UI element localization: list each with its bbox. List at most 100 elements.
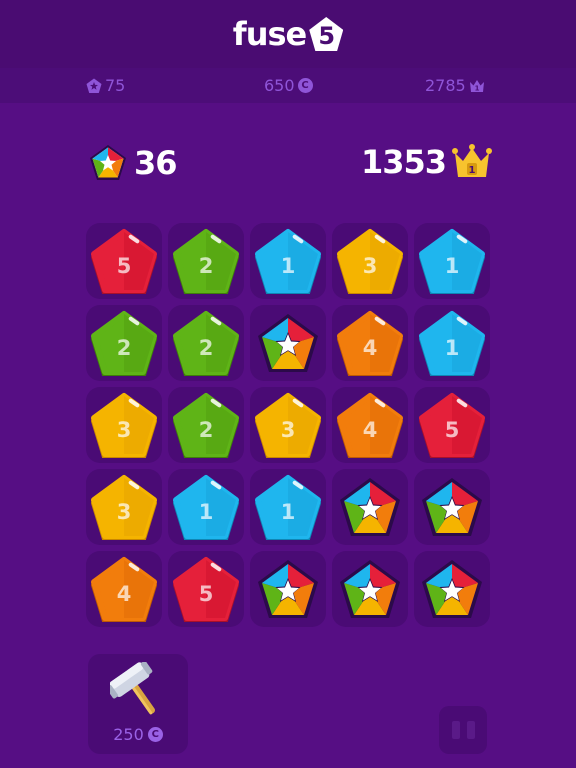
red-pentagon-tile-icon: 5 — [173, 557, 239, 622]
coins-count: 650 — [264, 76, 295, 95]
board-cell[interactable]: 4 — [332, 305, 408, 381]
green-pentagon-tile-icon: 2 — [173, 393, 239, 458]
board-cell[interactable]: 1 — [250, 223, 326, 299]
rainbow-star-tile-icon — [258, 560, 318, 618]
tile-number: 2 — [117, 336, 132, 360]
board-cell[interactable]: 2 — [168, 223, 244, 299]
blue-pentagon-tile-icon: 1 — [255, 475, 321, 540]
gems-count: 75 — [105, 76, 126, 95]
blue-pentagon-tile-icon: 1 — [255, 229, 321, 294]
tile-number: 4 — [363, 336, 378, 360]
tile-number: 5 — [445, 418, 460, 442]
tile-number: 3 — [363, 254, 378, 278]
tile-number: 4 — [117, 582, 132, 606]
rainbow-star-tile-icon — [422, 560, 482, 618]
yellow-pentagon-tile-icon: 3 — [337, 229, 403, 294]
board-cell[interactable]: 3 — [86, 469, 162, 545]
board-cell[interactable]: 1 — [168, 469, 244, 545]
green-pentagon-tile-icon: 2 — [91, 311, 157, 376]
green-pentagon-tile-icon: 2 — [173, 229, 239, 294]
board-cell[interactable]: 4 — [86, 551, 162, 627]
orange-pentagon-tile-icon: 4 — [337, 393, 403, 458]
orange-pentagon-tile-icon: 4 — [337, 311, 403, 376]
tile-number: 2 — [199, 254, 214, 278]
logo-number: 5 — [309, 17, 344, 51]
tile-number: 1 — [281, 500, 296, 524]
moves-count: 36 — [134, 144, 178, 182]
crown-icon: 1 — [469, 79, 484, 92]
hammer-cost-value: 250 — [113, 725, 144, 744]
tile-number: 4 — [363, 418, 378, 442]
game-board: 5 2 1 3 1 2 2 4 1 3 2 3 4 5 3 1 1 4 5 — [86, 223, 490, 627]
board-cell[interactable] — [414, 551, 490, 627]
board-cell[interactable]: 5 — [168, 551, 244, 627]
crown-badge: 1 — [469, 165, 476, 176]
tile-number: 5 — [199, 582, 214, 606]
board-cell[interactable] — [414, 469, 490, 545]
best-score: 1353 1 — [361, 143, 492, 181]
tile-number: 1 — [445, 254, 460, 278]
board-cell[interactable]: 3 — [86, 387, 162, 463]
board-cell[interactable] — [332, 469, 408, 545]
yellow-pentagon-tile-icon: 3 — [91, 475, 157, 540]
blue-pentagon-tile-icon: 1 — [419, 229, 485, 294]
board-cell[interactable]: 2 — [168, 305, 244, 381]
tile-number: 1 — [445, 336, 460, 360]
rainbow-star-tile-icon — [258, 314, 318, 372]
board-cell[interactable]: 1 — [414, 223, 490, 299]
blue-pentagon-tile-icon: 1 — [419, 311, 485, 376]
tile-number: 3 — [281, 418, 296, 442]
pause-icon-bar — [451, 721, 460, 739]
gold-crown-icon: 1 — [452, 144, 492, 177]
best-count: 2785 — [425, 76, 466, 95]
yellow-pentagon-tile-icon: 3 — [255, 393, 321, 458]
best-score-value: 1353 — [360, 143, 447, 181]
tile-number: 1 — [199, 500, 214, 524]
coin-icon: C — [297, 78, 313, 93]
board-cell[interactable]: 5 — [86, 223, 162, 299]
gems-stat: 75 — [86, 68, 125, 103]
board-cell[interactable]: 3 — [332, 223, 408, 299]
coins-stat: 650 C — [264, 68, 313, 103]
top-header: fuse 5 — [0, 0, 576, 68]
best-stat: 2785 1 — [425, 68, 485, 103]
tile-number: 3 — [117, 418, 132, 442]
hammer-cost: 250 C — [88, 725, 188, 744]
tile-number: 3 — [117, 500, 132, 524]
rainbow-star-icon — [90, 145, 126, 180]
board-cell[interactable]: 3 — [250, 387, 326, 463]
board-cell[interactable]: 1 — [414, 305, 490, 381]
rainbow-star-tile-icon — [340, 560, 400, 618]
rainbow-star-tile-icon — [340, 478, 400, 536]
best-badge: 1 — [474, 84, 479, 92]
blue-pentagon-tile-icon: 1 — [173, 475, 239, 540]
orange-pentagon-tile-icon: 4 — [91, 557, 157, 622]
board-cell[interactable]: 2 — [86, 305, 162, 381]
board-cell[interactable]: 2 — [168, 387, 244, 463]
coin-icon: C — [147, 727, 163, 742]
red-pentagon-tile-icon: 5 — [91, 229, 157, 294]
red-pentagon-tile-icon: 5 — [419, 393, 485, 458]
board-cell[interactable]: 1 — [250, 469, 326, 545]
yellow-pentagon-tile-icon: 3 — [91, 393, 157, 458]
board-cell[interactable] — [332, 551, 408, 627]
stats-bar: 75 650 C 2785 1 — [0, 68, 576, 103]
tile-number: 5 — [117, 254, 132, 278]
hammer-powerup-button[interactable]: 250 C — [88, 654, 188, 754]
pause-button[interactable] — [439, 706, 487, 754]
rainbow-star-tile-icon — [422, 478, 482, 536]
board-cell[interactable] — [250, 551, 326, 627]
tile-number: 2 — [199, 418, 214, 442]
logo-text: fuse — [232, 15, 307, 53]
pause-icon-bar — [466, 721, 475, 739]
board-cell[interactable]: 4 — [332, 387, 408, 463]
tile-number: 2 — [199, 336, 214, 360]
fuse5-logo: fuse 5 — [232, 15, 344, 53]
hammer-icon — [110, 662, 156, 715]
pentagon-star-icon — [86, 78, 102, 93]
tile-number: 1 — [281, 254, 296, 278]
board-cell[interactable] — [250, 305, 326, 381]
board-cell[interactable]: 5 — [414, 387, 490, 463]
green-pentagon-tile-icon: 2 — [173, 311, 239, 376]
moves-score: 36 — [88, 143, 178, 183]
